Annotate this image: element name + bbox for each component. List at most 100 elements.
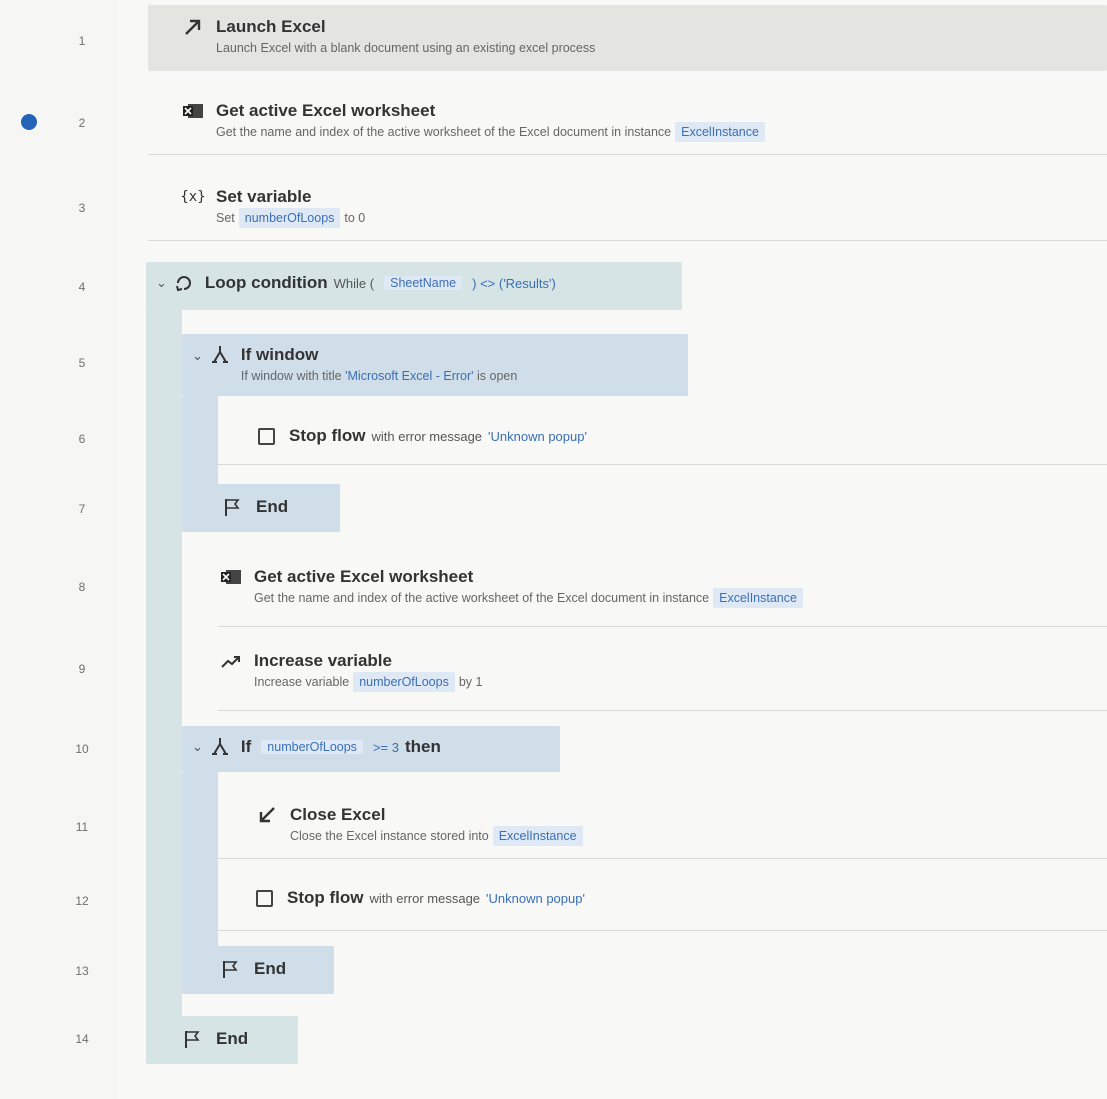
action-description: If window with title 'Microsoft Excel - … (241, 366, 517, 386)
variable-token: ExcelInstance (713, 588, 803, 608)
line-number: 9 (78, 662, 86, 676)
if-branch-icon (209, 736, 231, 758)
variable-icon: {x} (180, 189, 206, 205)
line-number: 10 (75, 742, 89, 756)
action-description: Get the name and index of the active wor… (216, 122, 769, 142)
then-keyword: then (404, 737, 441, 756)
action-stop-flow[interactable]: Stop flow with error message 'Unknown po… (256, 888, 585, 908)
variable-token: numberOfLoops (353, 672, 455, 692)
line-number: 1 (78, 34, 86, 48)
line-number: 6 (78, 432, 86, 446)
condition-operator: >= 3 (372, 739, 399, 755)
line-number: 3 (78, 201, 86, 215)
description-text: If window with title (240, 369, 342, 383)
flag-icon (180, 1028, 206, 1050)
action-loop-condition[interactable]: ⌄ Loop condition While ( SheetName ) <> … (156, 272, 556, 294)
description-text: Increase variable (254, 675, 350, 689)
description-text: by 1 (458, 675, 483, 689)
row-separator (218, 930, 1107, 931)
action-title: Launch Excel (216, 17, 326, 36)
variable-token: numberOfLoops (261, 740, 363, 754)
action-end[interactable]: End (218, 958, 286, 980)
loop-block-body (146, 310, 182, 1018)
condition-text: ) <> ('Results') (472, 275, 556, 291)
action-stop-flow[interactable]: Stop flow with error message 'Unknown po… (258, 426, 587, 446)
action-title: End (254, 959, 287, 978)
action-description: Increase variable numberOfLoops by 1 (254, 672, 482, 692)
row-separator (148, 240, 1107, 241)
row-separator (148, 154, 1107, 155)
action-title: If window (240, 345, 319, 364)
action-title: End (256, 497, 289, 516)
flow-canvas (118, 0, 1107, 1099)
action-title: Increase variable (254, 651, 392, 670)
action-get-active-worksheet[interactable]: Get active Excel worksheet Get the name … (180, 100, 769, 142)
description-text: Get the name and index of the active wor… (216, 125, 672, 139)
line-number: 2 (78, 116, 86, 130)
action-description: Get the name and index of the active wor… (254, 588, 807, 608)
action-title: Loop condition (204, 273, 328, 292)
loop-condition-line: Loop condition While ( SheetName ) <> ('… (205, 273, 556, 293)
stop-square-icon (258, 427, 275, 445)
description-text: Close the Excel instance stored into (290, 829, 489, 843)
stop-square-icon (256, 889, 273, 907)
action-title: Get active Excel worksheet (254, 567, 474, 586)
loop-icon (173, 272, 195, 294)
action-end[interactable]: End (220, 496, 288, 518)
if-condition-line: If numberOfLoops >= 3 then (241, 737, 441, 757)
action-close-excel[interactable]: Close Excel Close the Excel instance sto… (254, 804, 587, 846)
action-title: Stop flow (287, 888, 364, 907)
row-separator (218, 710, 1107, 711)
action-if-condition[interactable]: ⌄ If numberOfLoops >= 3 then (192, 736, 441, 758)
line-number: 4 (78, 280, 86, 294)
flag-icon (220, 496, 246, 518)
if-window-body (182, 396, 218, 486)
if-branch-icon (209, 344, 231, 366)
if-loops-body (182, 772, 218, 948)
variable-token: numberOfLoops (238, 208, 341, 228)
excel-icon (218, 566, 244, 588)
condition-text: While ( (333, 275, 375, 291)
description-text: Set (216, 211, 235, 225)
row-separator (218, 626, 1107, 627)
action-title: If (240, 737, 252, 756)
action-increase-variable[interactable]: Increase variable Increase variable numbe… (218, 650, 482, 692)
collapse-chevron-icon[interactable]: ⌄ (192, 739, 203, 755)
line-number: 7 (78, 502, 86, 516)
string-value: 'Unknown popup' (488, 428, 587, 444)
excel-icon (180, 100, 206, 122)
action-if-window[interactable]: ⌄ If window If window with title 'Micros… (192, 344, 517, 386)
line-number: 11 (75, 820, 89, 834)
action-launch-excel[interactable]: Launch Excel Launch Excel with a blank d… (180, 16, 595, 58)
action-description: Set numberOfLoops to 0 (216, 208, 365, 228)
breakpoint-marker[interactable] (21, 114, 37, 130)
action-set-variable[interactable]: {x} Set variable Set numberOfLoops to 0 (180, 186, 365, 228)
row-separator (218, 858, 1107, 859)
line-number: 12 (75, 894, 89, 908)
flag-icon (218, 958, 244, 980)
collapse-chevron-icon[interactable]: ⌄ (192, 348, 203, 364)
action-title: Get active Excel worksheet (216, 101, 436, 120)
action-title: Close Excel (290, 805, 386, 824)
variable-token: ExcelInstance (492, 826, 583, 846)
close-arrow-icon (254, 804, 280, 826)
stop-flow-line: Stop flow with error message 'Unknown po… (287, 888, 585, 908)
action-end[interactable]: End (180, 1028, 248, 1050)
variable-token: ExcelInstance (675, 122, 765, 142)
description-text: to 0 (344, 211, 366, 225)
action-title: Set variable (216, 187, 312, 206)
string-value: 'Unknown popup' (486, 890, 585, 906)
line-number-gutter (0, 0, 119, 1099)
stop-flow-line: Stop flow with error message 'Unknown po… (289, 426, 587, 446)
description-text: with error message (371, 428, 483, 444)
line-number: 14 (75, 1032, 89, 1046)
action-title: End (216, 1029, 249, 1048)
launch-arrow-icon (180, 16, 206, 38)
action-get-active-worksheet[interactable]: Get active Excel worksheet Get the name … (218, 566, 807, 608)
row-separator (218, 464, 1107, 465)
variable-token: SheetName (384, 276, 463, 290)
line-number: 13 (75, 964, 89, 978)
description-text: Get the name and index of the active wor… (254, 591, 710, 605)
action-title: Stop flow (289, 426, 366, 445)
collapse-chevron-icon[interactable]: ⌄ (156, 275, 167, 291)
